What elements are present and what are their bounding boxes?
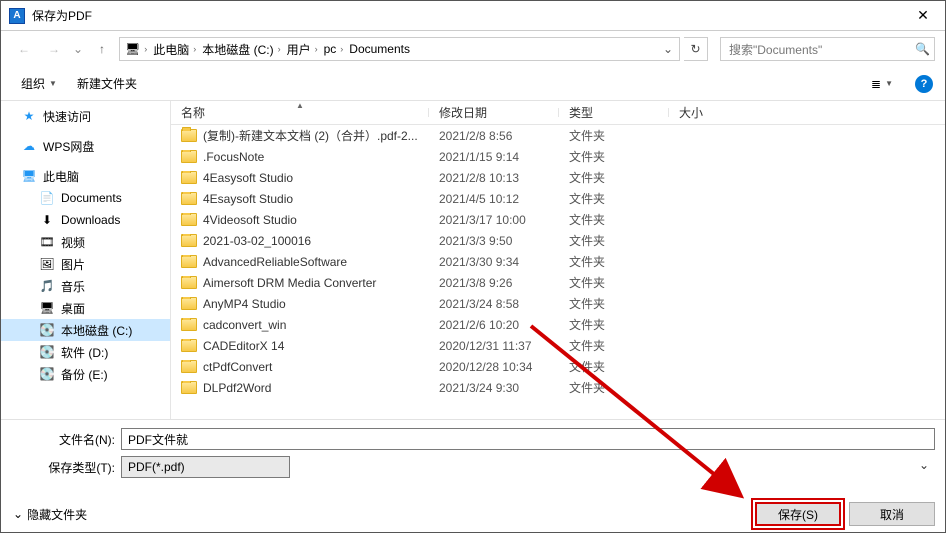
address-bar-row: ← → ⌄ ↑ 🖥 › 此电脑› 本地磁盘 (C:)› 用户› pc› Docu… bbox=[1, 31, 945, 67]
file-row[interactable]: .FocusNote2021/1/15 9:14文件夹 bbox=[171, 146, 945, 167]
view-options-button[interactable]: ≣▼ bbox=[863, 73, 901, 95]
file-row[interactable]: AdvancedReliableSoftware2021/3/30 9:34文件… bbox=[171, 251, 945, 272]
file-row[interactable]: cadconvert_win2021/2/6 10:20文件夹 bbox=[171, 314, 945, 335]
folder-icon bbox=[181, 192, 197, 205]
address-dropdown-icon[interactable]: ⌄ bbox=[659, 42, 677, 56]
cloud-icon: ☁ bbox=[21, 138, 37, 154]
filename-label: 文件名(N): bbox=[11, 431, 121, 448]
nav-up-button[interactable]: ↑ bbox=[89, 36, 115, 62]
tree-item[interactable]: 🎵音乐 bbox=[1, 275, 170, 297]
nav-tree[interactable]: ★快速访问 ☁WPS网盘 🖥此电脑 📄Documents⬇Downloads🎞视… bbox=[1, 101, 171, 419]
folder-icon bbox=[181, 129, 197, 142]
folder-icon bbox=[181, 213, 197, 226]
file-row[interactable]: 4Easysoft Studio2021/2/8 10:13文件夹 bbox=[171, 167, 945, 188]
folder-icon bbox=[181, 234, 197, 247]
folder-icon bbox=[181, 171, 197, 184]
hide-folders-button[interactable]: ⌄隐藏文件夹 bbox=[13, 506, 87, 523]
tree-item[interactable]: 💽软件 (D:) bbox=[1, 341, 170, 363]
folder-icon bbox=[181, 255, 197, 268]
breadcrumb-item[interactable]: 本地磁盘 (C:)› bbox=[199, 38, 283, 60]
tree-quick-access[interactable]: ★快速访问 bbox=[1, 105, 170, 127]
sort-asc-icon: ▲ bbox=[296, 101, 304, 110]
tree-item[interactable]: 🖥桌面 bbox=[1, 297, 170, 319]
file-pane: ▲名称 修改日期 类型 大小 (复制)-新建文本文档 (2)（合并）.pdf-2… bbox=[171, 101, 945, 419]
video-icon: 🎞 bbox=[39, 234, 55, 250]
pc-icon: 🖥 bbox=[21, 168, 37, 184]
nav-back-button[interactable]: ← bbox=[11, 36, 37, 62]
breadcrumb-item[interactable]: pc› bbox=[321, 38, 347, 60]
tree-wps[interactable]: ☁WPS网盘 bbox=[1, 135, 170, 157]
search-placeholder: 搜索"Documents" bbox=[729, 41, 822, 58]
cancel-button[interactable]: 取消 bbox=[849, 502, 935, 526]
down-icon: ⬇ bbox=[39, 212, 55, 228]
col-size[interactable]: 大小 bbox=[669, 104, 789, 121]
save-form: 文件名(N): 保存类型(T): ⌄隐藏文件夹 保存(S) 取消 bbox=[1, 419, 945, 536]
column-headers: ▲名称 修改日期 类型 大小 bbox=[171, 101, 945, 125]
file-row[interactable]: 4Videosoft Studio2021/3/17 10:00文件夹 bbox=[171, 209, 945, 230]
help-button[interactable]: ? bbox=[915, 75, 933, 93]
col-date[interactable]: 修改日期 bbox=[429, 104, 559, 121]
filetype-select[interactable] bbox=[121, 456, 290, 478]
tree-item[interactable]: 🎞视频 bbox=[1, 231, 170, 253]
app-icon: A bbox=[9, 8, 25, 24]
chevron-down-icon: ⌄ bbox=[13, 507, 23, 521]
disk-icon: 💽 bbox=[39, 344, 55, 360]
search-input[interactable]: 搜索"Documents" 🔍 bbox=[720, 37, 935, 61]
folder-icon bbox=[181, 360, 197, 373]
organize-button[interactable]: 组织▼ bbox=[13, 71, 65, 96]
file-row[interactable]: 4Esaysoft Studio2021/4/5 10:12文件夹 bbox=[171, 188, 945, 209]
address-bar[interactable]: 🖥 › 此电脑› 本地磁盘 (C:)› 用户› pc› Documents ⌄ bbox=[119, 37, 680, 61]
file-row[interactable]: Aimersoft DRM Media Converter2021/3/8 9:… bbox=[171, 272, 945, 293]
breadcrumb-item[interactable]: Documents bbox=[346, 38, 413, 60]
col-type[interactable]: 类型 bbox=[559, 104, 669, 121]
tree-item[interactable]: 💽本地磁盘 (C:) bbox=[1, 319, 170, 341]
folder-icon bbox=[181, 276, 197, 289]
breadcrumb-item[interactable]: 此电脑› bbox=[150, 38, 199, 60]
title-bar: A 保存为PDF ✕ bbox=[1, 1, 945, 31]
toolbar: 组织▼ 新建文件夹 ≣▼ ? bbox=[1, 67, 945, 101]
star-icon: ★ bbox=[21, 108, 37, 124]
file-row[interactable]: CADEditorX 142020/12/31 11:37文件夹 bbox=[171, 335, 945, 356]
breadcrumb-pc-icon[interactable]: 🖥 › bbox=[122, 38, 150, 60]
folder-icon bbox=[181, 318, 197, 331]
save-button[interactable]: 保存(S) bbox=[755, 502, 841, 526]
disk-icon: 💽 bbox=[39, 322, 55, 338]
file-list[interactable]: (复制)-新建文本文档 (2)（合并）.pdf-2...2021/2/8 8:5… bbox=[171, 125, 945, 419]
breadcrumb-item[interactable]: 用户› bbox=[284, 38, 321, 60]
doc-icon: 📄 bbox=[39, 190, 55, 206]
tree-this-pc[interactable]: 🖥此电脑 bbox=[1, 165, 170, 187]
file-row[interactable]: DLPdf2Word2021/3/24 9:30文件夹 bbox=[171, 377, 945, 398]
nav-history-dropdown[interactable]: ⌄ bbox=[71, 42, 85, 56]
search-icon: 🔍 bbox=[915, 42, 930, 56]
refresh-button[interactable]: ↻ bbox=[684, 37, 708, 61]
tree-item[interactable]: 💽备份 (E:) bbox=[1, 363, 170, 385]
tree-item[interactable]: 🖼图片 bbox=[1, 253, 170, 275]
pic-icon: 🖼 bbox=[39, 256, 55, 272]
folder-icon bbox=[181, 381, 197, 394]
folder-icon bbox=[181, 339, 197, 352]
folder-icon bbox=[181, 150, 197, 163]
file-row[interactable]: 2021-03-02_1000162021/3/3 9:50文件夹 bbox=[171, 230, 945, 251]
tree-item[interactable]: 📄Documents bbox=[1, 187, 170, 209]
new-folder-button[interactable]: 新建文件夹 bbox=[69, 71, 145, 96]
folder-icon bbox=[181, 297, 197, 310]
filename-input[interactable] bbox=[121, 428, 935, 450]
music-icon: 🎵 bbox=[39, 278, 55, 294]
filetype-label: 保存类型(T): bbox=[11, 459, 121, 476]
nav-forward-button[interactable]: → bbox=[41, 36, 67, 62]
file-row[interactable]: ctPdfConvert2020/12/28 10:34文件夹 bbox=[171, 356, 945, 377]
desk-icon: 🖥 bbox=[39, 300, 55, 316]
tree-item[interactable]: ⬇Downloads bbox=[1, 209, 170, 231]
close-button[interactable]: ✕ bbox=[901, 1, 945, 31]
file-row[interactable]: (复制)-新建文本文档 (2)（合并）.pdf-2...2021/2/8 8:5… bbox=[171, 125, 945, 146]
file-row[interactable]: AnyMP4 Studio2021/3/24 8:58文件夹 bbox=[171, 293, 945, 314]
col-name[interactable]: ▲名称 bbox=[171, 104, 429, 121]
main-area: ★快速访问 ☁WPS网盘 🖥此电脑 📄Documents⬇Downloads🎞视… bbox=[1, 101, 945, 419]
window-title: 保存为PDF bbox=[32, 7, 901, 24]
disk-icon: 💽 bbox=[39, 366, 55, 382]
